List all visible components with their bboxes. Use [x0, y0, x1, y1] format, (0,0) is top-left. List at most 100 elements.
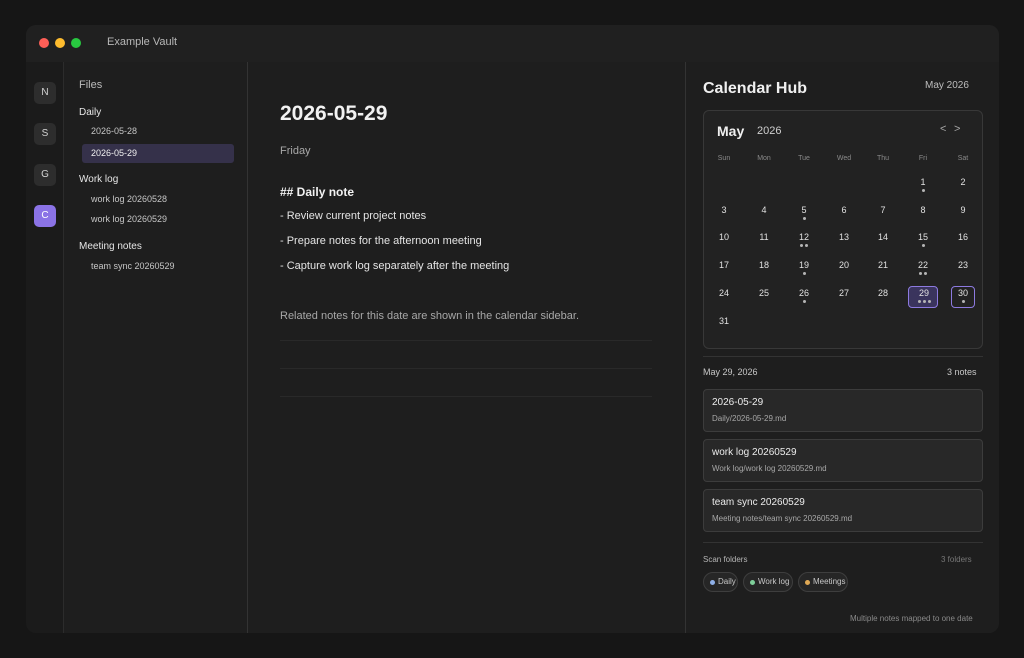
note-card[interactable]: work log 20260529 Work log/work log 2026… — [703, 439, 983, 482]
calendar-day-11[interactable]: 11 — [749, 230, 779, 252]
ribbon-button-g[interactable]: G — [34, 164, 56, 186]
minimize-window-button[interactable] — [55, 38, 65, 48]
calendar-day-31[interactable]: 31 — [709, 314, 739, 336]
file-item[interactable]: 2026-05-28 — [82, 122, 234, 141]
calendar-day-19[interactable]: 19 — [789, 258, 819, 280]
folder-dot-icon — [710, 580, 715, 585]
maximize-window-button[interactable] — [71, 38, 81, 48]
calendar-day-number: 26 — [798, 288, 809, 298]
calendar-day-number: 8 — [920, 205, 926, 215]
calendar-day-1[interactable]: 1 — [908, 175, 938, 197]
calendar-day-2[interactable]: 2 — [948, 175, 978, 197]
calendar-day-number: 27 — [838, 288, 849, 298]
selected-date: May 29, 2026 — [703, 367, 758, 377]
note-editor[interactable]: 2026-05-29 Friday ## Daily note - Review… — [248, 62, 685, 633]
file-explorer: Files Daily 2026-05-28 2026-05-29 Work l… — [64, 62, 248, 633]
calendar-day-12[interactable]: 12 — [789, 230, 819, 252]
folder-daily[interactable]: Daily — [79, 107, 101, 118]
calendar-day-number: 14 — [877, 232, 888, 242]
calendar-day-27[interactable]: 27 — [829, 286, 859, 308]
calendar-day-5[interactable]: 5 — [789, 203, 819, 225]
divider — [280, 340, 652, 341]
calendar-day-25[interactable]: 25 — [749, 286, 779, 308]
calendar-hub-title: Calendar Hub — [703, 80, 808, 97]
calendar-day-number: 29 — [918, 288, 929, 298]
calendar-day-29[interactable]: 29 — [908, 286, 938, 308]
calendar-day-number: 25 — [758, 288, 769, 298]
weekday-header-sat: Sat — [957, 155, 969, 162]
note-weekday: Friday — [280, 145, 311, 157]
notes-count: 3 notes — [947, 367, 977, 377]
calendar-day-number: 11 — [759, 232, 769, 242]
calendar-day-3[interactable]: 3 — [709, 203, 739, 225]
calendar-day-13[interactable]: 13 — [829, 230, 859, 252]
calendar-day-number: 19 — [798, 260, 809, 270]
calendar-day-28[interactable]: 28 — [868, 286, 898, 308]
note-heading: ## Daily note — [280, 185, 355, 199]
calendar-day-4[interactable]: 4 — [749, 203, 779, 225]
ribbon-button-s[interactable]: S — [34, 123, 56, 145]
calendar-day-number: 15 — [917, 232, 928, 242]
calendar-day-23[interactable]: 23 — [948, 258, 978, 280]
file-item[interactable]: work log 20260528 — [82, 190, 234, 209]
calendar-day-16[interactable]: 16 — [948, 230, 978, 252]
ribbon-button-n[interactable]: N — [34, 82, 56, 104]
next-month-button[interactable]: > — [954, 123, 960, 135]
calendar-day-20[interactable]: 20 — [829, 258, 859, 280]
current-month-label: May 2026 — [925, 80, 969, 91]
calendar-day-6[interactable]: 6 — [829, 203, 859, 225]
note-card-title: work log 20260529 — [712, 447, 797, 458]
sidebar-footer: Multiple notes mapped to one date — [850, 614, 973, 623]
folder-dot-icon — [750, 580, 755, 585]
folder-meeting-notes[interactable]: Meeting notes — [79, 241, 142, 252]
note-dots-icon — [952, 300, 974, 303]
file-item-active[interactable]: 2026-05-29 — [82, 144, 234, 163]
ribbon: N S G C — [26, 62, 64, 633]
title-bar: Example Vault — [26, 25, 999, 62]
calendar-day-9[interactable]: 9 — [948, 203, 978, 225]
folder-dot-icon — [805, 580, 810, 585]
divider — [280, 368, 652, 369]
calendar-day-30[interactable]: 30 — [951, 286, 975, 308]
folder-chip-label: Meetings — [813, 577, 846, 586]
calendar-day-8[interactable]: 8 — [908, 203, 938, 225]
file-item[interactable]: team sync 20260529 — [82, 257, 234, 276]
note-card[interactable]: team sync 20260529 Meeting notes/team sy… — [703, 489, 983, 532]
note-footer-text: Related notes for this date are shown in… — [280, 310, 580, 322]
calendar-day-14[interactable]: 14 — [868, 230, 898, 252]
weekday-header-thu: Thu — [876, 155, 890, 162]
calendar-day-24[interactable]: 24 — [709, 286, 739, 308]
calendar-day-17[interactable]: 17 — [709, 258, 739, 280]
folder-chip-label: Work log — [758, 577, 790, 586]
calendar-day-number: 20 — [838, 260, 849, 270]
ribbon-button-c[interactable]: C — [34, 205, 56, 227]
folder-chip-daily[interactable]: Daily — [703, 572, 738, 592]
calendar-day-22[interactable]: 22 — [908, 258, 938, 280]
file-item[interactable]: work log 20260529 — [82, 210, 234, 229]
folder-chip-meetings[interactable]: Meetings — [798, 572, 848, 592]
folder-work-log[interactable]: Work log — [79, 174, 118, 185]
note-bullet: - Review current project notes — [280, 210, 427, 222]
calendar-day-number: 28 — [877, 288, 888, 298]
note-dots-icon — [789, 272, 819, 275]
calendar-day-number: 30 — [957, 288, 968, 298]
calendar-day-15[interactable]: 15 — [908, 230, 938, 252]
calendar-day-number: 10 — [718, 232, 729, 242]
calendar-day-21[interactable]: 21 — [868, 258, 898, 280]
calendar-day-10[interactable]: 10 — [709, 230, 739, 252]
scan-folders-label: Scan folders — [703, 555, 748, 564]
note-card[interactable]: 2026-05-29 Daily/2026-05-29.md — [703, 389, 983, 432]
folder-chip-work-log[interactable]: Work log — [743, 572, 793, 592]
calendar-day-number: 2 — [960, 177, 966, 187]
close-window-button[interactable] — [39, 38, 49, 48]
month-calendar: May 2026 < > Sun Mon Tue Wed Thu Fri Sat 1 2 3 4 5 6… — [703, 110, 983, 349]
prev-month-button[interactable]: < — [940, 123, 946, 135]
window-title: Example Vault — [107, 36, 178, 48]
calendar-day-26[interactable]: 26 — [789, 286, 819, 308]
calendar-day-7[interactable]: 7 — [868, 203, 898, 225]
note-card-path: Meeting notes/team sync 20260529.md — [712, 514, 853, 523]
calendar-day-18[interactable]: 18 — [749, 258, 779, 280]
app-window: Example Vault N S G C Files Daily 2026-0… — [26, 25, 999, 633]
calendar-day-number: 4 — [761, 205, 767, 215]
note-title: 2026-05-29 — [280, 102, 388, 125]
